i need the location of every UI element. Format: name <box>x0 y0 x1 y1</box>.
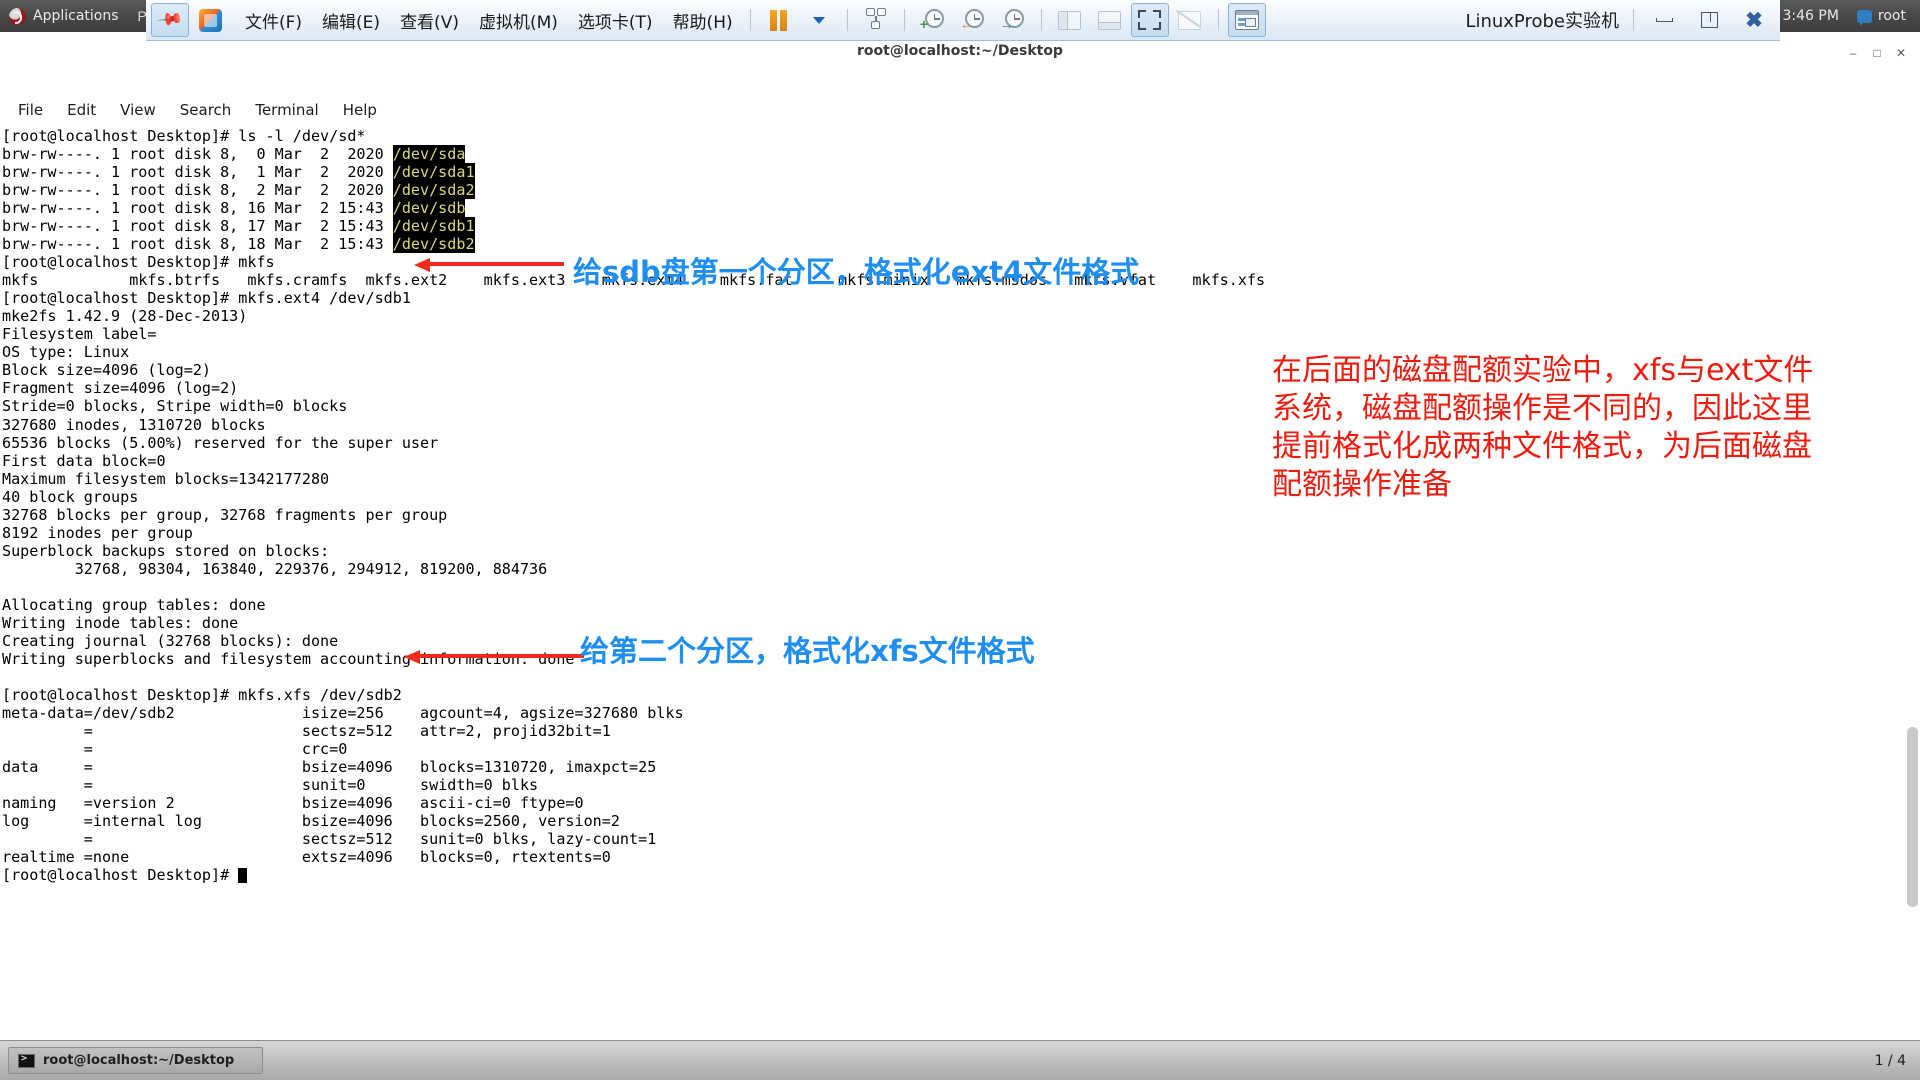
pause-icon <box>770 9 788 31</box>
unity-mode-icon <box>1178 10 1202 30</box>
device-path: /dev/sdb1 <box>392 217 475 236</box>
terminal-title: root@localhost:~/Desktop <box>857 43 1063 59</box>
vm-title: LinuxProbe实验机 <box>1465 11 1619 32</box>
terminal-menu-help[interactable]: Help <box>331 98 389 122</box>
take-snapshot-icon: + <box>920 8 946 32</box>
annotation-arrow-1 <box>414 258 564 272</box>
terminal-minimize-button[interactable]: – <box>1842 44 1864 62</box>
host-status-area: 3:46 PM root <box>1783 0 1920 32</box>
screen-root: Applications Pl 3:46 PM root 📌 文件(F) 编辑(… <box>0 0 1920 1080</box>
menu-tabs[interactable]: 选项卡(T) <box>569 4 662 37</box>
pin-button[interactable]: 📌 <box>151 3 189 37</box>
terminal-menubar: File Edit View Search Terminal Help <box>0 96 1920 123</box>
vmware-logo-icon <box>198 8 222 32</box>
minimize-button[interactable] <box>1642 5 1686 35</box>
annotation-red-note: 在后面的磁盘配额实验中，xfs与ext文件系统，磁盘配额操作是不同的，因此这里提… <box>1272 353 1814 502</box>
menu-help[interactable]: 帮助(H) <box>664 4 742 37</box>
menu-view[interactable]: 查看(V) <box>391 4 468 37</box>
annotation-blue-2: 给第二个分区，格式化xfs文件格式 <box>580 634 1035 668</box>
terminal-menu-edit[interactable]: Edit <box>55 98 108 122</box>
terminal-menu-search[interactable]: Search <box>168 98 244 122</box>
bottom-taskbar: root@localhost:~/Desktop 1 / 4 <box>0 1040 1920 1080</box>
annotation-blue-1: 给sdb盘第一个分区，格式化ext4文件格式 <box>573 255 1140 289</box>
snapshot-button[interactable] <box>857 3 895 37</box>
terminal-close-button[interactable]: ✕ <box>1890 44 1912 62</box>
toolbar-separator <box>903 9 905 31</box>
vmware-toolbar: 📌 文件(F) 编辑(E) 查看(V) 虚拟机(M) 选项卡(T) 帮助(H) <box>146 0 1780 41</box>
close-button[interactable]: ✖ <box>1732 5 1776 35</box>
menu-file[interactable]: 文件(F) <box>236 4 311 37</box>
manage-snapshots-button[interactable]: → <box>994 3 1032 37</box>
menu-edit[interactable]: 编辑(E) <box>313 4 389 37</box>
toolbar-separator <box>1217 9 1219 31</box>
manage-snapshots-icon: → <box>1000 8 1026 32</box>
device-path: /dev/sda1 <box>392 163 475 182</box>
revert-snapshot-button[interactable]: ← <box>954 3 992 37</box>
device-path: /dev/sda2 <box>392 181 475 200</box>
terminal-cursor <box>238 868 248 884</box>
menu-vm[interactable]: 虚拟机(M) <box>470 4 567 37</box>
toolbar-separator <box>1040 9 1042 31</box>
device-path: /dev/sda <box>392 145 466 164</box>
device-path: /dev/sdb2 <box>392 235 475 254</box>
terminal-menu-file[interactable]: File <box>6 98 55 122</box>
vmware-logo-button[interactable] <box>191 3 229 37</box>
vmware-window-controls: ✖ <box>1642 5 1780 35</box>
revert-snapshot-icon: ← <box>960 8 986 32</box>
fedora-logo-icon <box>9 7 26 25</box>
pin-icon: 📌 <box>156 5 185 34</box>
toolbar-separator <box>846 9 848 31</box>
vmware-menubar: 文件(F) 编辑(E) 查看(V) 虚拟机(M) 选项卡(T) 帮助(H) <box>236 4 742 37</box>
scrollbar-thumb[interactable] <box>1907 727 1918 907</box>
clock-label: 3:46 PM <box>1782 8 1839 24</box>
terminal-console-text: [root@localhost Desktop]# ls -l /dev/sd*… <box>2 127 1266 885</box>
take-snapshot-button[interactable]: + <box>914 3 952 37</box>
taskbar-window-button[interactable]: root@localhost:~/Desktop <box>8 1047 263 1074</box>
terminal-restore-button[interactable]: □ <box>1866 44 1888 62</box>
fullscreen-icon <box>1138 10 1162 30</box>
snapshot-icon <box>863 8 889 32</box>
user-icon <box>1856 9 1872 26</box>
chevron-down-icon <box>812 16 825 24</box>
fullscreen-button[interactable] <box>1130 3 1169 37</box>
user-menu[interactable]: root <box>1856 8 1906 26</box>
bottom-pane-icon <box>1098 10 1122 30</box>
unity-mode-button[interactable] <box>1171 3 1209 37</box>
workspace-indicator: 1 / 4 <box>1874 1052 1906 1069</box>
toolbar-separator <box>1633 9 1634 31</box>
device-path: /dev/sdb <box>392 199 466 218</box>
suspend-button[interactable] <box>760 3 798 37</box>
annotation-arrow-2 <box>404 650 584 664</box>
taskbar-window-label: root@localhost:~/Desktop <box>43 1053 235 1068</box>
terminal-menu-view[interactable]: View <box>108 98 168 122</box>
library-button[interactable] <box>1227 3 1266 37</box>
show-console-pane-button[interactable] <box>1091 3 1129 37</box>
terminal-menu-terminal[interactable]: Terminal <box>243 98 330 122</box>
power-dropdown-button[interactable] <box>800 3 838 37</box>
maximize-button[interactable] <box>1687 5 1731 35</box>
toolbar-separator <box>749 9 751 31</box>
terminal-scrollbar[interactable] <box>1905 127 1920 1080</box>
show-library-pane-button[interactable] <box>1051 3 1089 37</box>
applications-label: Applications <box>33 8 119 24</box>
left-pane-icon <box>1058 10 1082 30</box>
terminal-window: root@localhost:~/Desktop – □ ✕ File Edit… <box>0 41 1920 1080</box>
user-label: root <box>1877 8 1906 24</box>
library-icon <box>1234 10 1259 30</box>
terminal-icon <box>18 1053 35 1068</box>
applications-menu[interactable]: Applications <box>0 0 128 32</box>
terminal-window-controls: – □ ✕ <box>1825 41 1920 65</box>
